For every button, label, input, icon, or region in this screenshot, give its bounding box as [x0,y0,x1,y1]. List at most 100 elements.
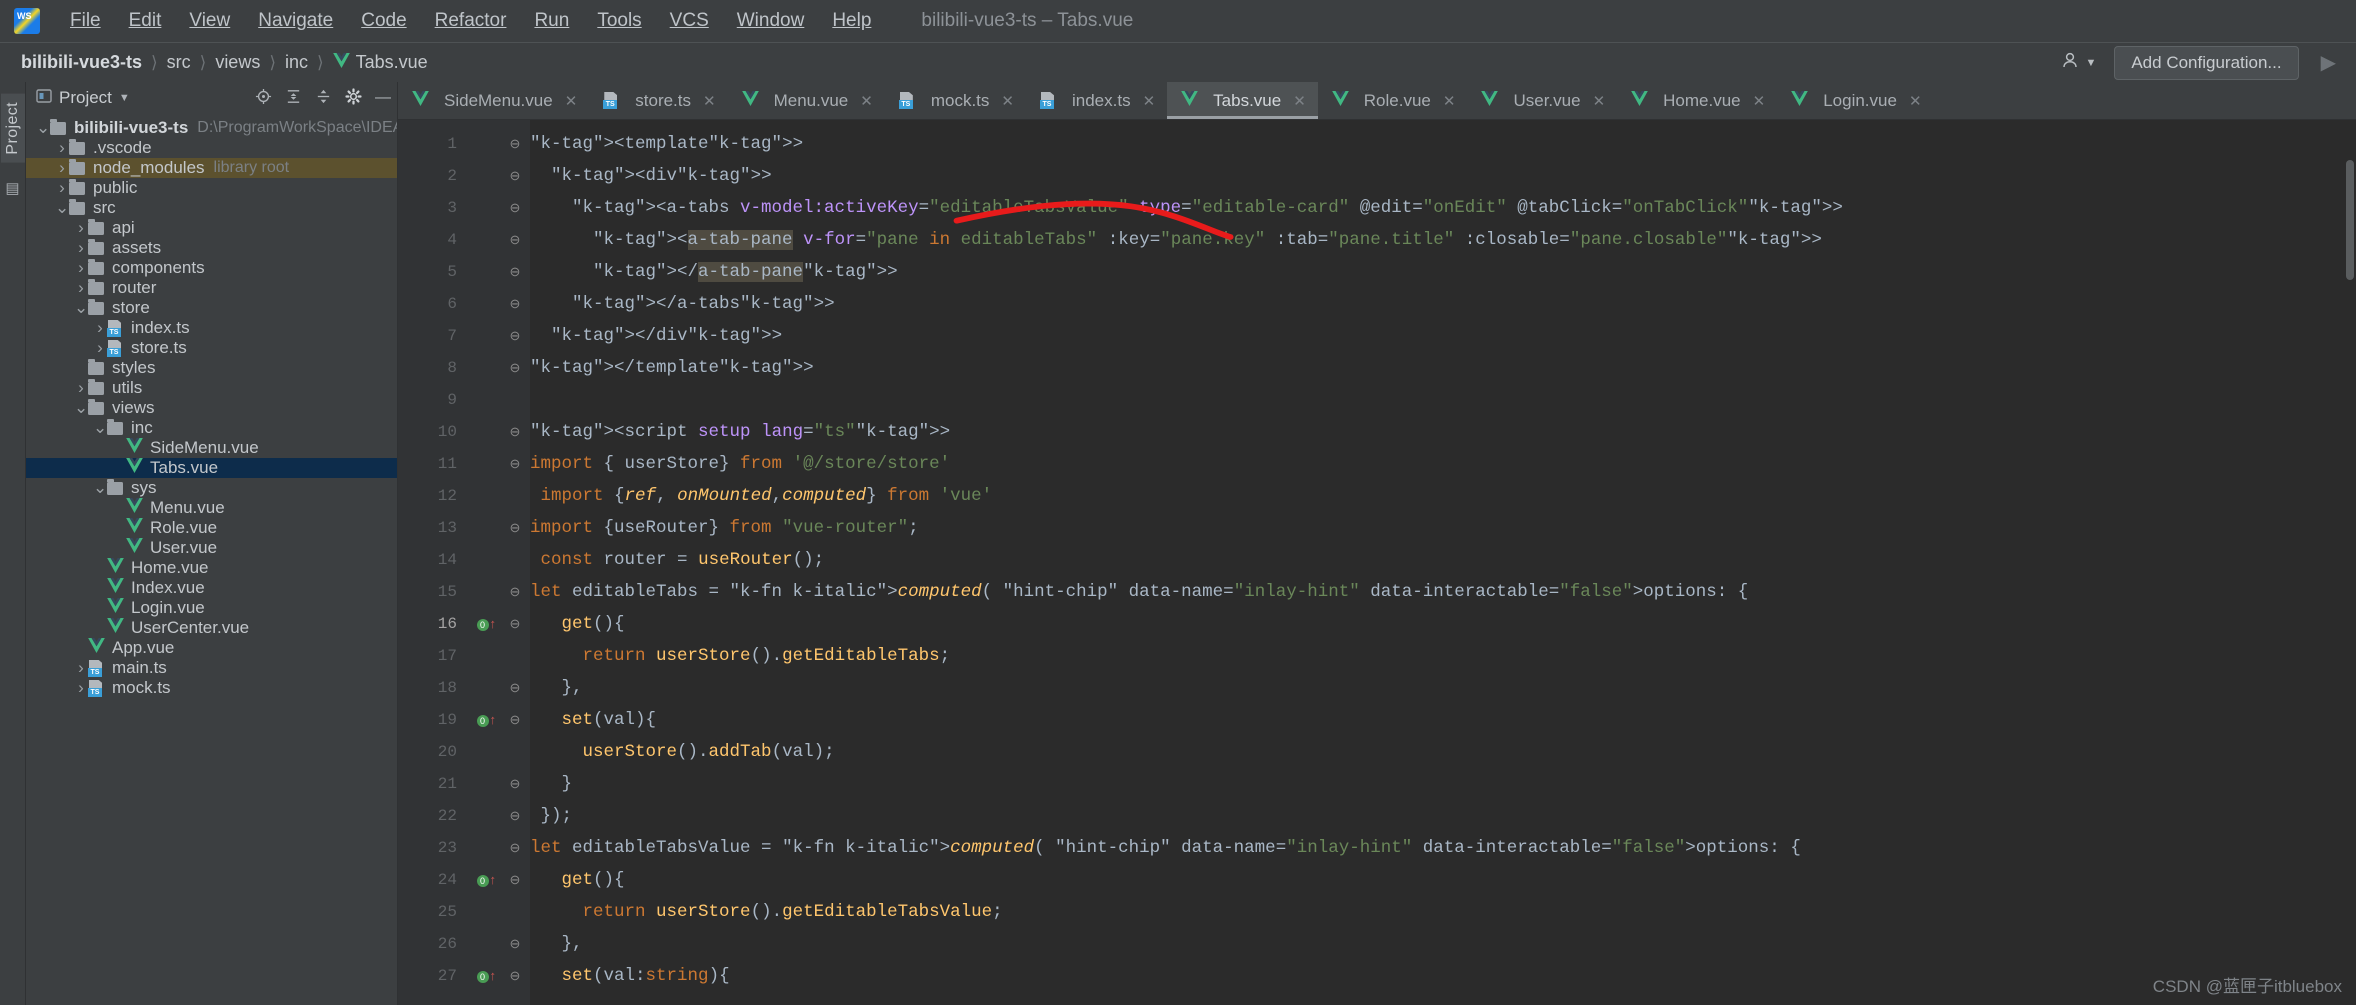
gutter-run-marker[interactable]: 0↑ [466,608,500,640]
tree-item-tabs-vue[interactable]: Tabs.vue [26,458,397,478]
tree-item-inc[interactable]: ⌄inc [26,418,397,438]
chevron-down-icon[interactable]: ▼ [119,93,130,104]
editor-tab-role-vue[interactable]: Role.vue✕ [1318,82,1468,119]
fold-toggle-icon[interactable]: ⊖ [500,416,530,448]
chevron-down-icon[interactable]: ⌄ [93,418,107,438]
editor-tab-user-vue[interactable]: User.vue✕ [1467,82,1617,119]
fold-toggle-icon[interactable] [500,480,530,512]
tree-item-main-ts[interactable]: ›TSmain.ts [26,658,397,678]
close-icon[interactable]: ✕ [860,92,873,110]
fold-toggle-icon[interactable]: ⊖ [500,448,530,480]
fold-toggle-icon[interactable] [500,736,530,768]
chevron-down-icon[interactable]: ⌄ [74,298,88,318]
tree-item-node-modules[interactable]: ›node_moduleslibrary root [26,158,397,178]
settings-gear-icon[interactable] [345,88,362,109]
run-marker-icon[interactable]: 0 [477,619,489,631]
fold-toggle-icon[interactable]: ⊖ [500,928,530,960]
chevron-right-icon[interactable]: › [55,138,69,158]
breadcrumb-item-project[interactable]: bilibili-vue3-ts [14,50,149,75]
tree-item-utils[interactable]: ›utils [26,378,397,398]
expand-all-icon[interactable] [285,88,302,109]
editor-tab-bar[interactable]: SideMenu.vue✕TSstore.ts✕Menu.vue✕TSmock.… [398,82,2356,120]
editor-tab-sidemenu-vue[interactable]: SideMenu.vue✕ [398,82,589,119]
close-icon[interactable]: ✕ [565,92,578,110]
fold-toggle-icon[interactable]: ⊖ [500,608,530,640]
vertical-scrollbar[interactable] [2346,160,2354,280]
chevron-down-icon[interactable]: ⌄ [55,198,69,218]
chevron-right-icon[interactable]: › [74,258,88,278]
fold-toggle-icon[interactable] [500,640,530,672]
tree-item-router[interactable]: ›router [26,278,397,298]
chevron-right-icon[interactable]: › [55,178,69,198]
locate-file-icon[interactable] [255,88,272,109]
menu-navigate[interactable]: Navigate [244,6,347,36]
chevron-right-icon[interactable]: › [74,218,88,238]
user-avatar-button[interactable]: ▼ [2055,47,2102,78]
chevron-right-icon[interactable]: › [93,338,107,358]
tree-item-store-ts[interactable]: ›TSstore.ts [26,338,397,358]
tree-item-views[interactable]: ⌄views [26,398,397,418]
tree-item-sys[interactable]: ⌄sys [26,478,397,498]
fold-toggle-icon[interactable]: ⊖ [500,672,530,704]
tree-item-index-vue[interactable]: Index.vue [26,578,397,598]
fold-toggle-icon[interactable]: ⊖ [500,128,530,160]
tree-item-mock-ts[interactable]: ›TSmock.ts [26,678,397,698]
fold-toggle-icon[interactable]: ⊖ [500,256,530,288]
chevron-right-icon[interactable]: › [74,658,88,678]
chevron-right-icon[interactable]: › [74,678,88,698]
fold-toggle-icon[interactable] [500,896,530,928]
menu-tools[interactable]: Tools [583,6,655,36]
editor-tab-tabs-vue[interactable]: Tabs.vue✕ [1167,82,1318,119]
tree-item-bilibili-vue3-ts[interactable]: ⌄bilibili-vue3-tsD:\ProgramWorkSpace\IDE… [26,118,397,138]
chevron-down-icon[interactable]: ⌄ [36,118,50,138]
fold-toggle-icon[interactable]: ⊖ [500,960,530,992]
editor-tab-menu-vue[interactable]: Menu.vue✕ [728,82,885,119]
collapse-all-icon[interactable] [315,88,332,109]
tree-item-public[interactable]: ›public [26,178,397,198]
chevron-right-icon[interactable]: › [55,158,69,178]
tree-item-index-ts[interactable]: ›TSindex.ts [26,318,397,338]
fold-toggle-icon[interactable] [500,544,530,576]
tree-item-assets[interactable]: ›assets [26,238,397,258]
close-icon[interactable]: ✕ [1143,92,1156,110]
editor-tab-home-vue[interactable]: Home.vue✕ [1617,82,1777,119]
chevron-down-icon[interactable]: ⌄ [74,398,88,418]
editor-tab-login-vue[interactable]: Login.vue✕ [1777,82,1933,119]
fold-toggle-icon[interactable]: ⊖ [500,512,530,544]
chevron-right-icon[interactable]: › [74,378,88,398]
menu-refactor[interactable]: Refactor [421,6,521,36]
close-icon[interactable]: ✕ [1443,92,1456,110]
fold-toggle-icon[interactable]: ⊖ [500,576,530,608]
tree-item-home-vue[interactable]: Home.vue [26,558,397,578]
menu-code[interactable]: Code [347,6,420,36]
tree-item-components[interactable]: ›components [26,258,397,278]
add-configuration-button[interactable]: Add Configuration... [2114,46,2298,80]
fold-toggle-icon[interactable]: ⊖ [500,704,530,736]
close-icon[interactable]: ✕ [703,92,716,110]
run-marker-gutter[interactable]: 0↑0↑0↑0↑ [466,120,500,1005]
gutter-run-marker[interactable]: 0↑ [466,864,500,896]
run-marker-icon[interactable]: 0 [477,875,489,887]
tree-item-menu-vue[interactable]: Menu.vue [26,498,397,518]
tree-item-role-vue[interactable]: Role.vue [26,518,397,538]
chevron-right-icon[interactable]: › [93,318,107,338]
close-icon[interactable]: ✕ [1001,92,1014,110]
fold-toggle-icon[interactable]: ⊖ [500,768,530,800]
code-text-area[interactable]: "k-tag"><template"k-tag">> "k-tag"><div"… [530,120,2356,1005]
tree-item-styles[interactable]: styles [26,358,397,378]
fold-toggle-icon[interactable] [500,384,530,416]
chevron-right-icon[interactable]: › [74,278,88,298]
menu-help[interactable]: Help [818,6,885,36]
fold-toggle-icon[interactable]: ⊖ [500,864,530,896]
tree-item-app-vue[interactable]: App.vue [26,638,397,658]
run-marker-icon[interactable]: 0 [477,715,489,727]
editor-tab-mock-ts[interactable]: TSmock.ts✕ [885,82,1026,119]
run-triangle-icon[interactable]: ▶ [2311,48,2346,77]
tool-window-project-tab[interactable]: Project [1,94,25,163]
fold-toggle-icon[interactable]: ⊖ [500,320,530,352]
tree-item--vscode[interactable]: ›.vscode [26,138,397,158]
breadcrumb-item-file[interactable]: Tabs.vue [326,50,435,75]
close-icon[interactable]: ✕ [1593,92,1606,110]
fold-toggle-icon[interactable]: ⊖ [500,288,530,320]
code-editor[interactable]: 1234567891011121314151617181920212223242… [398,120,2356,1005]
